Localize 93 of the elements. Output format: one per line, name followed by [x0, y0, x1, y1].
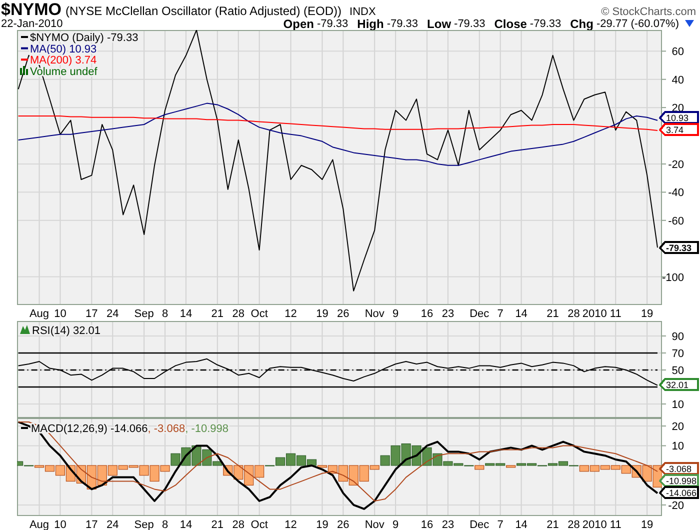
axis-label: 11 [610, 308, 622, 320]
legend-label: MA(50) 10.93 [30, 43, 97, 56]
axis-label: 2010 [582, 519, 607, 530]
value-tag: -10.998 [658, 474, 699, 487]
axis-label: -20 [668, 500, 684, 512]
axis-label: -40 [668, 187, 684, 200]
axis-label: -60 [668, 215, 684, 228]
value-tag: -79.33 [658, 241, 699, 254]
legend-swatch-icon [21, 58, 28, 61]
quote-value: -29.77 (-60.07%) [596, 18, 679, 30]
axis-label: 90 [672, 330, 684, 343]
legend-label: $NYMO (Daily) -79.33 [30, 32, 138, 44]
axis-label: 23 [442, 519, 454, 530]
axis-label: 14 [515, 308, 528, 320]
axis-label: Aug [29, 308, 50, 320]
axis-label: 12 [284, 519, 297, 530]
legend-label: RSI(14) 32.01 [32, 325, 100, 337]
axis-label: 24 [106, 308, 119, 320]
axis-label: 10 [672, 398, 684, 411]
date-label: 22-Jan-2010 [1, 18, 63, 30]
axis-label: 14 [180, 519, 192, 530]
axis-label: 60 [672, 46, 684, 58]
axis-label: 7 [497, 519, 504, 530]
axis-label: 21 [546, 519, 559, 530]
axis-label: 19 [640, 308, 654, 320]
area-chart-icon [20, 325, 30, 334]
axis-label: 26 [337, 308, 350, 320]
quote-value: -79.33 [530, 18, 562, 30]
axis-label: 21 [546, 308, 559, 320]
quote-value: -79.33 [454, 18, 486, 30]
axis-label: 19 [640, 519, 654, 530]
axis-label: 17 [86, 308, 98, 320]
volume-bars-icon [20, 66, 28, 75]
axis-label: 14 [515, 519, 528, 530]
value-tag: -14.066 [658, 486, 699, 499]
axis-label: 16 [420, 519, 434, 530]
axis-label: 7 [497, 308, 504, 320]
value-tag: 3.74 [658, 123, 699, 136]
quote-value: -79.33 [316, 18, 348, 30]
axis-label: 70 [672, 348, 684, 360]
axis-label: 10 [54, 519, 66, 530]
axis-label: Dec [470, 519, 490, 530]
quote-label: Open [283, 16, 314, 30]
axis-label: 11 [610, 519, 622, 530]
copyright-text: © StockCharts.com [601, 6, 696, 18]
quote-label: Close [494, 16, 527, 30]
axis-label: 9 [392, 308, 399, 320]
axis-label: 20 [672, 421, 684, 433]
axis-label: 50 [672, 364, 684, 377]
axis-label: Aug [29, 519, 50, 530]
axis-label: 28 [232, 308, 244, 320]
axis-label: Sep [134, 308, 154, 320]
value-tag: -3.068 [658, 462, 699, 475]
axis-label: 9 [392, 519, 399, 530]
axis-label: 40 [672, 74, 684, 86]
symbol-name: (NYSE McClellan Oscillator (Ratio Adjusted) (EOD)) [65, 4, 342, 18]
value-tag: 32.01 [658, 378, 699, 391]
dropdown-caret-icon[interactable] [685, 20, 694, 27]
legend-swatch-icon [21, 47, 28, 50]
exchange-label: INDX [350, 6, 376, 18]
axis-label: 8 [162, 308, 168, 320]
axis-label: Oct [250, 519, 268, 530]
axis-label: 2010 [582, 308, 607, 320]
axis-label: Sep [134, 519, 154, 530]
quote-label: Low [427, 16, 452, 30]
axis-label: Nov [364, 308, 384, 320]
axis-label: 21 [211, 308, 224, 320]
axis-label: 10 [54, 308, 66, 320]
axis-label: -20 [668, 158, 684, 171]
axis-label: 12 [284, 308, 297, 320]
axis-label: Dec [470, 308, 490, 320]
quote-value: -79.33 [386, 18, 418, 30]
axis-label: 28 [568, 308, 580, 320]
symbol-title: $NYMO [1, 0, 62, 19]
axis-label: 17 [86, 519, 98, 530]
axis-label: 14 [180, 308, 192, 320]
axis-label: 21 [211, 519, 224, 530]
axis-label: 19 [316, 308, 328, 320]
axis-label: 26 [337, 519, 350, 530]
axis-label: Nov [364, 519, 384, 530]
axis-label: Oct [250, 308, 268, 320]
axis-label: 16 [420, 308, 434, 320]
axis-label: -100 [662, 272, 684, 284]
axis-label: 19 [316, 519, 328, 530]
axis-label: 28 [568, 519, 580, 530]
quote-label: High [357, 16, 384, 30]
axis-label: 10 [672, 440, 684, 453]
value-tag: 10.93 [658, 111, 699, 124]
axis-label: 23 [442, 308, 454, 320]
quote-label: Chg [570, 16, 594, 30]
axis-label: 28 [232, 519, 244, 530]
axis-label: 8 [162, 519, 168, 530]
axis-label: 24 [106, 519, 119, 530]
